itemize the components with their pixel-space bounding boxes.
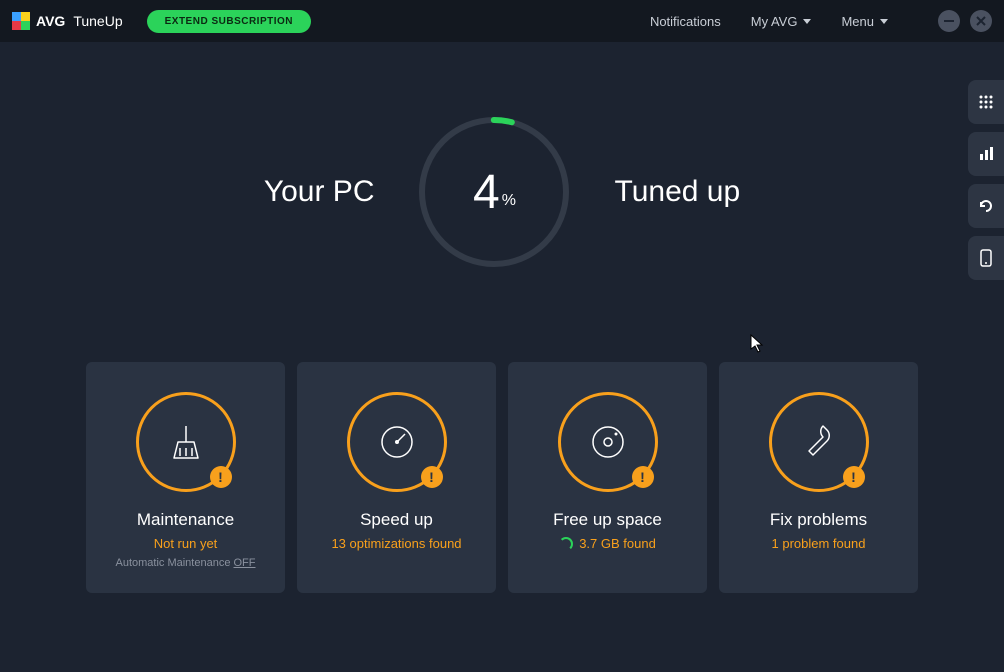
warning-badge-icon: ! <box>210 466 232 488</box>
close-icon <box>976 16 986 26</box>
top-nav: Notifications My AVG Menu <box>650 10 992 32</box>
nav-myavg[interactable]: My AVG <box>751 14 812 29</box>
nav-notifications-label: Notifications <box>650 14 721 29</box>
hero-left-text: Your PC <box>264 175 375 209</box>
minimize-icon <box>944 20 954 22</box>
card-subtitle: 3.7 GB found <box>559 536 656 551</box>
bar-chart-icon <box>978 146 994 162</box>
card-maintenance[interactable]: ! Maintenance Not run yet Automatic Main… <box>86 362 285 593</box>
side-apps-button[interactable] <box>968 80 1004 124</box>
mobile-icon <box>980 249 992 267</box>
nav-myavg-label: My AVG <box>751 14 798 29</box>
card-subtitle-text: 3.7 GB found <box>579 536 656 551</box>
side-stats-button[interactable] <box>968 132 1004 176</box>
warning-badge-icon: ! <box>421 466 443 488</box>
chevron-down-icon <box>880 19 888 24</box>
cards-row: ! Maintenance Not run yet Automatic Main… <box>0 362 1004 593</box>
hero-right-text: Tuned up <box>614 175 740 209</box>
hero-section: Your PC 4 % Tuned up <box>0 112 1004 272</box>
spinner-icon <box>559 537 573 551</box>
auto-maintenance-label: Automatic Maintenance <box>115 557 233 569</box>
chevron-down-icon <box>803 19 811 24</box>
gauge-number: 4 <box>473 165 500 220</box>
card-title: Maintenance <box>137 510 234 530</box>
card-subtitle: Not run yet <box>154 536 218 551</box>
window-controls <box>938 10 992 32</box>
brand-text: AVG <box>36 13 65 29</box>
side-undo-button[interactable] <box>968 184 1004 228</box>
gauge-value: 4 % <box>414 112 574 272</box>
card-icon-wrap: ! <box>769 392 869 492</box>
card-title: Fix problems <box>770 510 867 530</box>
close-button[interactable] <box>970 10 992 32</box>
broom-icon <box>164 420 208 464</box>
extend-subscription-button[interactable]: EXTEND SUBSCRIPTION <box>147 10 311 33</box>
product-text: TuneUp <box>73 13 122 29</box>
card-extra: Automatic Maintenance OFF <box>115 557 255 569</box>
disk-icon <box>586 420 630 464</box>
card-fix-problems[interactable]: ! Fix problems 1 problem found <box>719 362 918 593</box>
titlebar: AVG TuneUp EXTEND SUBSCRIPTION Notificat… <box>0 0 1004 42</box>
cursor-icon <box>750 334 766 354</box>
side-panel <box>968 80 1004 280</box>
warning-badge-icon: ! <box>843 466 865 488</box>
app-logo: AVG TuneUp <box>12 12 123 30</box>
auto-maintenance-toggle[interactable]: OFF <box>234 557 256 569</box>
nav-menu-label: Menu <box>841 14 874 29</box>
card-icon-wrap: ! <box>558 392 658 492</box>
progress-gauge: 4 % <box>414 112 574 272</box>
card-title: Speed up <box>360 510 433 530</box>
card-icon-wrap: ! <box>347 392 447 492</box>
card-subtitle: 13 optimizations found <box>331 536 461 551</box>
undo-icon <box>977 197 995 215</box>
gauge-percent-symbol: % <box>502 192 516 210</box>
avg-logo-icon <box>12 12 30 30</box>
warning-badge-icon: ! <box>632 466 654 488</box>
card-speed-up[interactable]: ! Speed up 13 optimizations found <box>297 362 496 593</box>
nav-menu[interactable]: Menu <box>841 14 888 29</box>
minimize-button[interactable] <box>938 10 960 32</box>
card-subtitle: 1 problem found <box>772 536 866 551</box>
grid-icon <box>978 94 994 110</box>
nav-notifications[interactable]: Notifications <box>650 14 721 29</box>
card-icon-wrap: ! <box>136 392 236 492</box>
card-title: Free up space <box>553 510 662 530</box>
side-mobile-button[interactable] <box>968 236 1004 280</box>
speedometer-icon <box>375 420 419 464</box>
card-free-space[interactable]: ! Free up space 3.7 GB found <box>508 362 707 593</box>
wrench-icon <box>797 420 841 464</box>
